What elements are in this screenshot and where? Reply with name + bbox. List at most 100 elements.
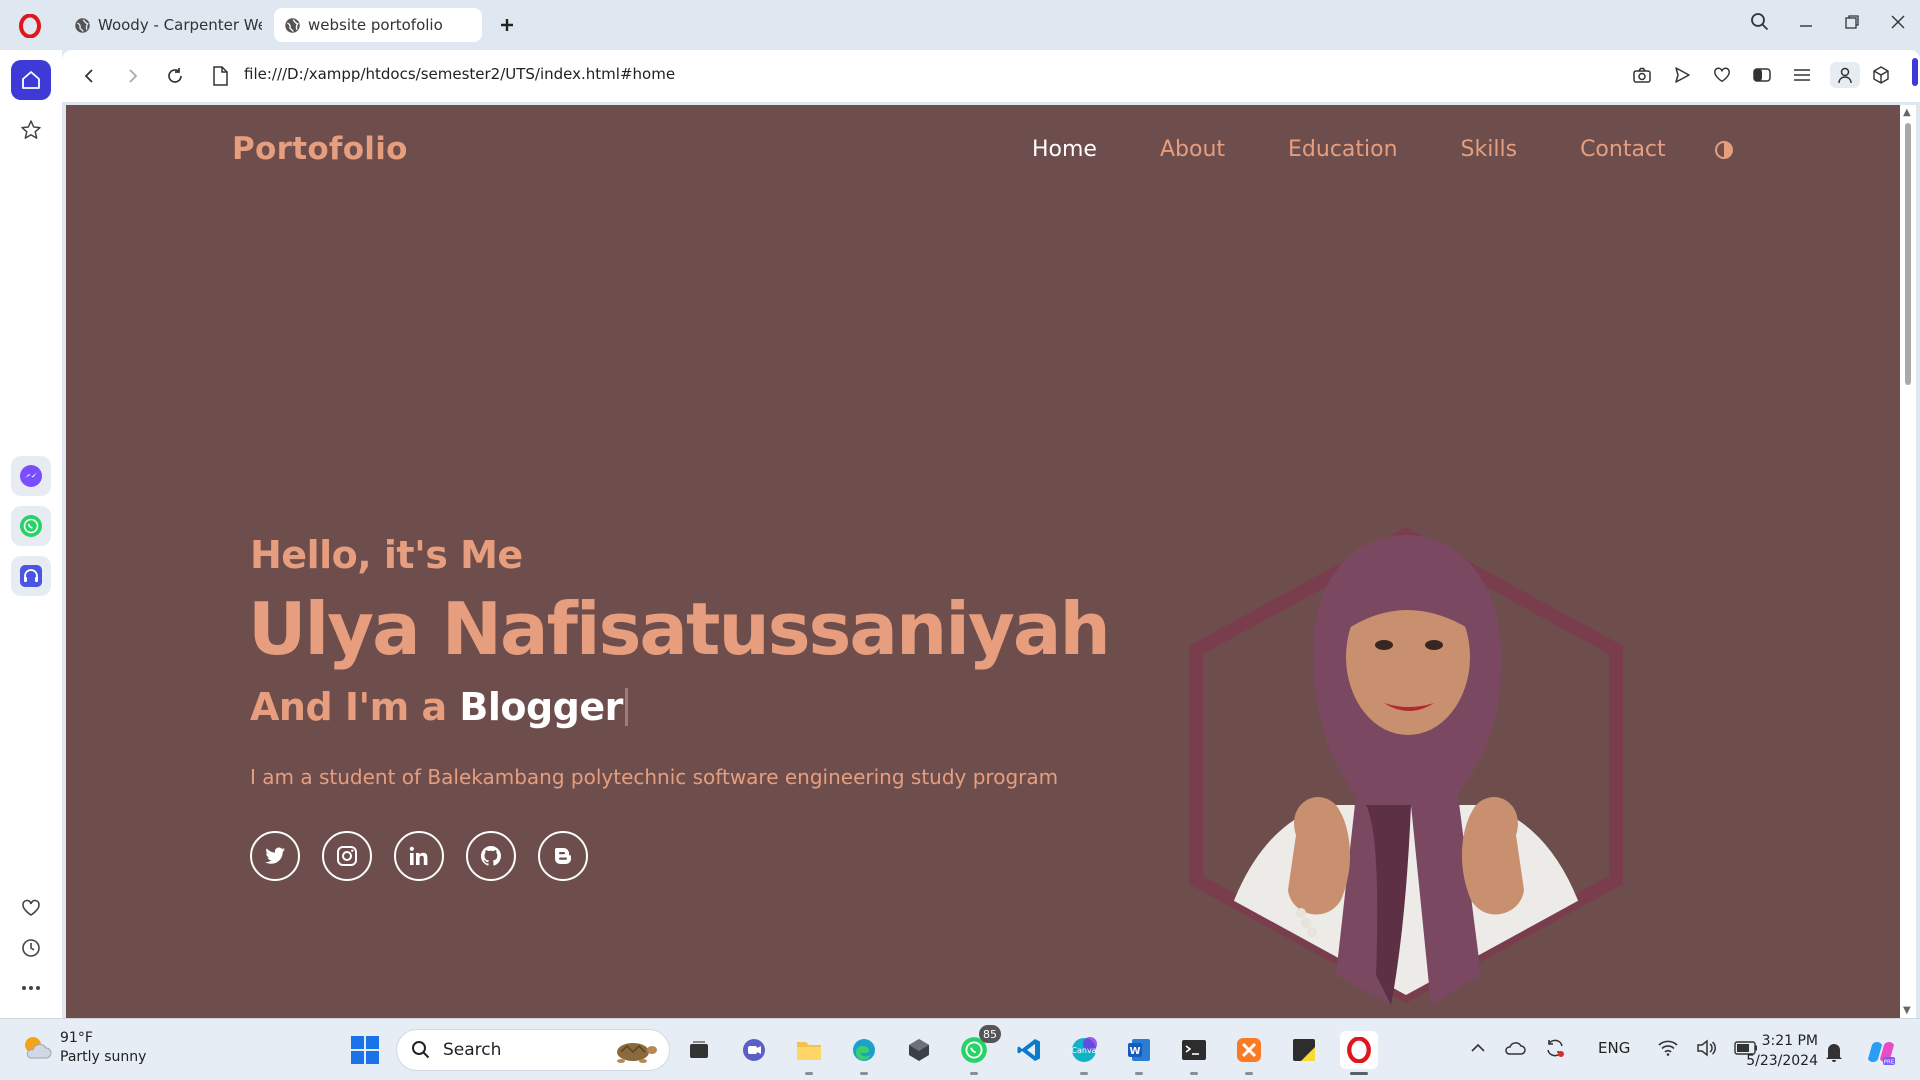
hero-greeting: Hello, it's Me	[250, 533, 523, 577]
sidebar-music-player-button[interactable]	[11, 556, 51, 596]
taskbar-whatsapp[interactable]: 85	[955, 1025, 1001, 1075]
minimize-button[interactable]	[1794, 10, 1818, 34]
github-link[interactable]	[466, 831, 516, 881]
profile-button[interactable]	[1830, 62, 1860, 88]
nav-link-contact[interactable]: Contact	[1580, 137, 1666, 162]
scrollbar-thumb[interactable]	[1905, 123, 1911, 385]
copilot-icon[interactable]: PRE	[1866, 1037, 1896, 1067]
twitter-icon	[265, 847, 285, 864]
blogger-icon	[555, 848, 571, 864]
taskbar-task-view[interactable]	[680, 1031, 718, 1069]
cloud-icon[interactable]	[1504, 1040, 1526, 1056]
twitter-link[interactable]	[250, 831, 300, 881]
volume-icon[interactable]	[1696, 1039, 1717, 1057]
taskbar-file-explorer[interactable]	[790, 1031, 828, 1075]
language-indicator[interactable]: ENG	[1598, 1039, 1630, 1057]
more-dots-icon	[22, 986, 40, 990]
sidebar-whatsapp-button[interactable]	[11, 506, 51, 546]
restore-icon	[1845, 15, 1859, 29]
camera-icon	[1633, 67, 1651, 83]
taskbar-search-box[interactable]: Search	[396, 1029, 670, 1071]
vscode-icon	[1017, 1039, 1040, 1061]
taskbar-xampp[interactable]	[1230, 1031, 1268, 1075]
instagram-link[interactable]	[322, 831, 372, 881]
page-scrollbar[interactable]: ▲ ▼	[1900, 105, 1916, 1018]
clock-time: 3:21 PM	[1761, 1033, 1818, 1049]
instagram-icon	[337, 846, 357, 866]
sliders-icon	[1794, 69, 1810, 81]
wifi-icon[interactable]	[1658, 1040, 1678, 1056]
taskbar-meet[interactable]	[735, 1031, 773, 1069]
restore-button[interactable]	[1840, 10, 1864, 34]
running-indicator	[1080, 1072, 1088, 1075]
bookmark-button[interactable]	[1710, 62, 1734, 88]
blogger-link[interactable]	[538, 831, 588, 881]
search-tabs-button[interactable]	[1748, 10, 1772, 34]
easy-setup-button[interactable]	[1750, 62, 1774, 88]
heart-icon	[1714, 67, 1730, 83]
nav-link-education[interactable]: Education	[1288, 137, 1398, 162]
sidebar-home-button[interactable]	[11, 60, 51, 100]
sidebar-pinboards-button[interactable]	[11, 110, 51, 150]
send-button[interactable]	[1670, 62, 1694, 88]
extensions-button[interactable]	[1868, 62, 1894, 88]
taskbar-canva[interactable]: Canva	[1065, 1031, 1103, 1075]
taskbar-word[interactable]: W	[1120, 1031, 1158, 1075]
weather-widget[interactable]: 91°F Partly sunny	[20, 1029, 146, 1067]
reload-button[interactable]	[162, 63, 188, 89]
close-icon	[1891, 15, 1905, 29]
video-chat-icon	[743, 1039, 765, 1061]
close-window-button[interactable]	[1886, 10, 1910, 34]
opera-logo-icon[interactable]	[18, 14, 42, 38]
sidebar-messenger-button[interactable]	[11, 456, 51, 496]
taskbar-clock[interactable]: 3:21 PM 5/23/2024	[1742, 1031, 1818, 1071]
social-links	[250, 831, 588, 881]
notification-bell-icon[interactable]	[1824, 1041, 1844, 1063]
snapshot-button[interactable]	[1630, 62, 1654, 88]
new-tab-button[interactable]	[494, 12, 520, 38]
globe-icon	[75, 17, 90, 33]
tab-website-portofolio[interactable]: website portofolio	[274, 8, 482, 42]
scroll-down-icon[interactable]: ▼	[1903, 1005, 1911, 1016]
word-icon: W	[1128, 1039, 1150, 1061]
running-indicator	[805, 1072, 813, 1075]
site-logo[interactable]: Portofolio	[232, 131, 408, 167]
sidebar-favorites-button[interactable]	[11, 888, 51, 928]
nav-link-skills[interactable]: Skills	[1461, 137, 1518, 162]
tab-woody[interactable]: Woody - Carpenter Websi	[64, 8, 272, 42]
nav-link-about[interactable]: About	[1160, 137, 1225, 162]
search-label: Search	[443, 1040, 502, 1060]
taskbar-sticky-notes[interactable]	[1285, 1031, 1323, 1069]
sidebar-more-button[interactable]	[11, 968, 51, 1008]
theme-toggle-icon[interactable]	[1714, 140, 1734, 160]
taskbar-unity[interactable]	[900, 1031, 938, 1069]
sidebar-panel-indicator	[1912, 58, 1918, 86]
hero-description: I am a student of Balekambang polytechni…	[250, 765, 1059, 789]
forward-button[interactable]	[120, 63, 146, 89]
chevron-up-icon[interactable]	[1470, 1042, 1486, 1054]
taskbar-terminal[interactable]	[1175, 1031, 1213, 1075]
taskbar-apps: 85 Canva W	[680, 1025, 1378, 1075]
profile-photo	[1189, 527, 1623, 1005]
taskbar-vscode[interactable]	[1010, 1031, 1048, 1069]
taskbar-opera[interactable]	[1340, 1031, 1378, 1075]
site-navigation: Home About Education Skills Contact	[1032, 137, 1729, 162]
scroll-up-icon[interactable]: ▲	[1903, 107, 1911, 118]
task-view-icon	[690, 1041, 708, 1058]
window-controls	[1748, 10, 1910, 34]
messenger-icon	[20, 465, 42, 487]
sync-icon[interactable]	[1544, 1037, 1566, 1059]
url-field[interactable]: file:///D:/xampp/htdocs/semester2/UTS/in…	[244, 65, 675, 83]
opera-icon	[1347, 1037, 1371, 1063]
running-indicator	[1135, 1072, 1143, 1075]
back-button[interactable]	[76, 63, 102, 89]
linkedin-link[interactable]	[394, 831, 444, 881]
running-indicator	[860, 1072, 868, 1075]
nav-link-home[interactable]: Home	[1032, 137, 1097, 162]
canva-icon: Canva	[1071, 1037, 1097, 1062]
address-bar: file:///D:/xampp/htdocs/semester2/UTS/in…	[62, 50, 1920, 102]
taskbar-edge[interactable]	[845, 1031, 883, 1075]
sidebar-history-button[interactable]	[11, 928, 51, 968]
windows-start-icon[interactable]	[350, 1035, 380, 1065]
settings-menu-button[interactable]	[1790, 62, 1814, 88]
